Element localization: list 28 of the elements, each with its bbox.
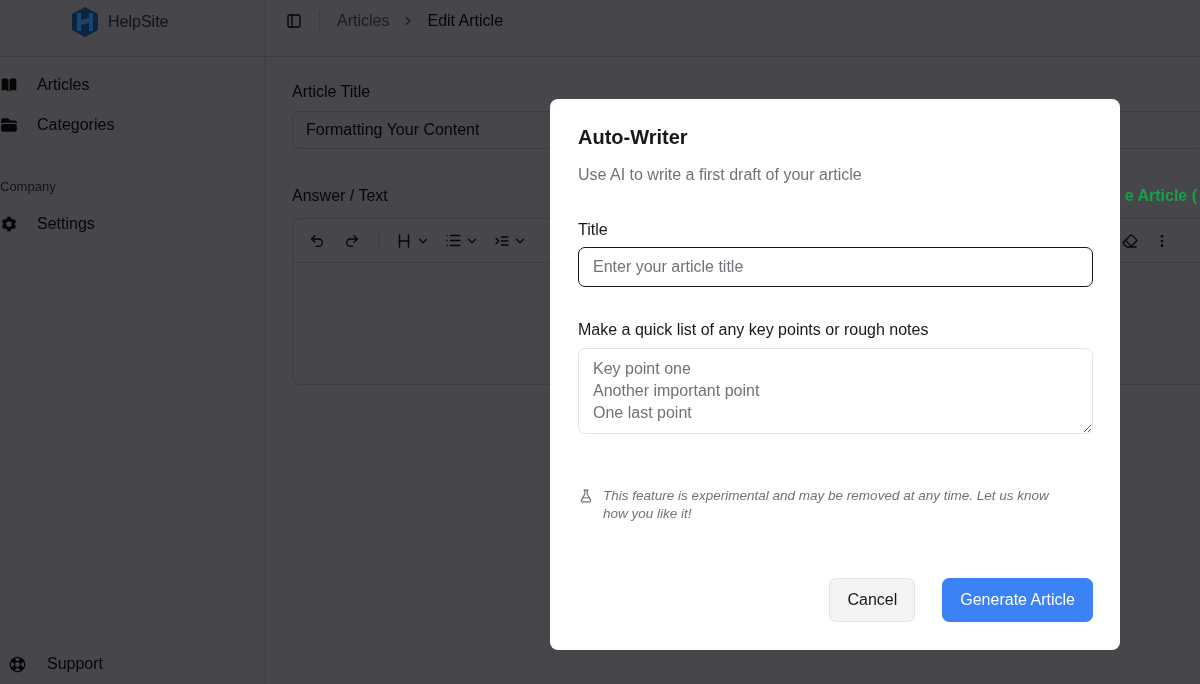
- field-label: Answer / Text: [292, 186, 388, 206]
- field-label: Title: [578, 220, 609, 240]
- cancel-button[interactable]: Cancel: [829, 578, 916, 622]
- generate-link[interactable]: e Article (: [1124, 184, 1197, 208]
- book-icon: [0, 76, 18, 94]
- sidebar-item[interactable]: Categories: [0, 105, 123, 145]
- logo-icon: [72, 7, 98, 37]
- field-label: Article Title: [292, 82, 371, 102]
- experimental-note: This feature is experimental and may be removed at any time. Let us know how you like it!: [603, 487, 1051, 523]
- input-field[interactable]: Enter your article title: [578, 247, 1093, 287]
- panel-icon: [286, 13, 302, 29]
- generate-button[interactable]: Generate Article: [942, 578, 1093, 622]
- sidebar-item[interactable]: Support: [0, 644, 112, 684]
- undo-icon: [309, 232, 325, 249]
- breadcrumb-item[interactable]: Edit Article: [427, 9, 504, 33]
- flask-icon: [579, 489, 593, 503]
- notes-field[interactable]: Key point one Another important point One last point: [578, 348, 1093, 434]
- list-icon: [445, 232, 462, 249]
- eraser-icon: [1122, 232, 1138, 249]
- lifebuoy-icon: [8, 654, 27, 674]
- dialog-title: Auto-Writer: [578, 125, 689, 150]
- sidebar-item[interactable]: Settings: [0, 204, 103, 244]
- redo-icon: [344, 232, 360, 249]
- field-label: Make a quick list of any key points or rough notes: [578, 320, 930, 340]
- dialog-description: Use AI to write a first draft of your article: [578, 165, 863, 185]
- folder-icon: [0, 116, 18, 134]
- sidebar-item[interactable]: Articles: [0, 65, 98, 105]
- settings-icon: [0, 215, 18, 233]
